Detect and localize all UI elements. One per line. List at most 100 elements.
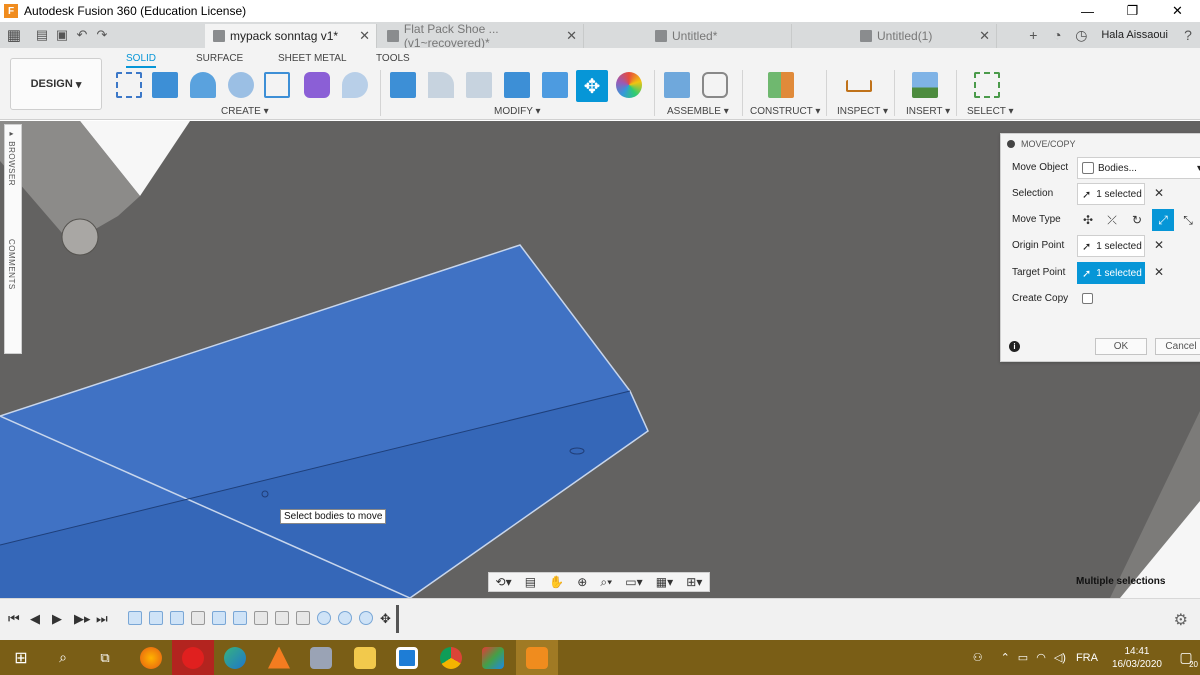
workspace-switcher[interactable]: DESIGN ▾ bbox=[10, 58, 102, 110]
appearance-icon[interactable] bbox=[616, 72, 642, 98]
zoom-icon[interactable]: ⊕ bbox=[577, 575, 587, 589]
pan-icon[interactable]: ✋ bbox=[549, 575, 564, 589]
extrude-icon[interactable] bbox=[152, 72, 178, 98]
move-object-dropdown[interactable]: Bodies... ▾ bbox=[1077, 157, 1200, 179]
task-view-button[interactable]: ⧉ bbox=[84, 640, 126, 675]
clear-origin-icon[interactable]: ✕ bbox=[1154, 238, 1164, 252]
pattern-icon[interactable] bbox=[264, 72, 290, 98]
clock[interactable]: 14:41 16/03/2020 bbox=[1112, 645, 1162, 671]
press-pull-icon[interactable] bbox=[390, 72, 416, 98]
orbit-icon[interactable]: ⟲▾ bbox=[496, 575, 512, 589]
free-move-icon[interactable]: ✣ bbox=[1077, 209, 1099, 231]
tab-surface[interactable]: SURFACE bbox=[196, 53, 243, 64]
taskbar-firefox[interactable] bbox=[130, 640, 172, 675]
rotate-icon[interactable]: ↻ bbox=[1126, 209, 1148, 231]
fillet-icon[interactable] bbox=[428, 72, 454, 98]
restore-button[interactable]: ❐ bbox=[1110, 0, 1155, 22]
timeline-sketch[interactable] bbox=[233, 611, 247, 625]
viewports-icon[interactable]: ⊞▾ bbox=[686, 575, 702, 589]
taskbar-tool[interactable] bbox=[300, 640, 342, 675]
clear-target-icon[interactable]: ✕ bbox=[1154, 265, 1164, 279]
tab-mypack-sonntag[interactable]: mypack sonntag v1* ✕ bbox=[205, 24, 377, 48]
go-to-start-icon[interactable]: ⏮ bbox=[8, 611, 20, 627]
step-back-icon[interactable]: ◀ bbox=[30, 611, 40, 627]
timeline-fillet[interactable] bbox=[359, 611, 373, 625]
file-menu-icon[interactable]: ▤ bbox=[32, 22, 52, 48]
comments-label[interactable]: COMMENTS bbox=[7, 239, 16, 290]
gear-icon[interactable]: ⚙ bbox=[1174, 610, 1188, 630]
joint-icon[interactable] bbox=[702, 72, 728, 98]
revolve-icon[interactable] bbox=[190, 72, 216, 98]
wifi-icon[interactable]: ◠ bbox=[1036, 651, 1046, 664]
new-component-icon[interactable] bbox=[664, 72, 690, 98]
target-point-selector[interactable]: ➚ 1 selected bbox=[1077, 262, 1145, 284]
dialog-header[interactable]: MOVE/COPY bbox=[1001, 134, 1200, 154]
tab-close-icon[interactable]: ✕ bbox=[359, 28, 370, 44]
shell-icon[interactable] bbox=[504, 72, 530, 98]
create-sketch-icon[interactable] bbox=[116, 72, 142, 98]
go-to-end-icon[interactable]: ⏭ bbox=[96, 611, 108, 627]
timeline-sketch[interactable] bbox=[128, 611, 142, 625]
move-copy-icon[interactable]: ✥ bbox=[576, 70, 608, 102]
tab-close-icon[interactable]: ✕ bbox=[566, 28, 577, 44]
battery-icon[interactable]: ▭ bbox=[1018, 651, 1028, 664]
create-form-icon[interactable] bbox=[304, 72, 330, 98]
combine-icon[interactable] bbox=[542, 72, 568, 98]
tab-tools[interactable]: TOOLS bbox=[376, 53, 410, 64]
browser-label[interactable]: ▸ BROWSER bbox=[7, 129, 16, 186]
undo-icon[interactable]: ↶ bbox=[72, 22, 92, 48]
fit-icon[interactable]: ⌕▾ bbox=[600, 575, 612, 590]
timeline-marker[interactable] bbox=[396, 605, 399, 633]
select-menu[interactable]: SELECT ▾ bbox=[967, 106, 1014, 117]
taskbar-fusion360[interactable] bbox=[516, 640, 558, 675]
tab-solid[interactable]: SOLID bbox=[126, 53, 157, 68]
timeline-joint[interactable] bbox=[275, 611, 289, 625]
hole-icon[interactable] bbox=[228, 72, 254, 98]
timeline-move-icon[interactable]: ✥ bbox=[380, 611, 391, 627]
minimize-button[interactable]: — bbox=[1065, 0, 1110, 22]
timeline-body[interactable] bbox=[191, 611, 205, 625]
display-settings-icon[interactable]: ▭▾ bbox=[625, 575, 642, 589]
timeline-fillet[interactable] bbox=[338, 611, 352, 625]
tab-untitled[interactable]: Untitled* bbox=[647, 24, 792, 48]
tab-close-icon[interactable]: ✕ bbox=[979, 28, 990, 44]
new-tab-icon[interactable]: + bbox=[1021, 22, 1045, 48]
construct-menu[interactable]: CONSTRUCT ▾ bbox=[750, 106, 820, 117]
search-button[interactable]: ⌕ bbox=[42, 640, 84, 675]
assemble-menu[interactable]: ASSEMBLE ▾ bbox=[667, 106, 729, 117]
cancel-button[interactable]: Cancel bbox=[1155, 338, 1200, 355]
timeline-sketch[interactable] bbox=[170, 611, 184, 625]
volume-icon[interactable]: ◁) bbox=[1054, 651, 1066, 664]
ok-button[interactable]: OK bbox=[1095, 338, 1147, 355]
job-status-icon[interactable]: ◔ bbox=[1045, 22, 1069, 48]
chevron-up-icon[interactable]: ⌃ bbox=[1001, 651, 1010, 664]
timeline-fillet[interactable] bbox=[317, 611, 331, 625]
taskbar-store[interactable] bbox=[386, 640, 428, 675]
selection-selector[interactable]: ➚ 1 selected bbox=[1077, 183, 1145, 205]
origin-point-selector[interactable]: ➚ 1 selected bbox=[1077, 235, 1145, 257]
taskbar-explorer[interactable] bbox=[344, 640, 386, 675]
user-name[interactable]: Hala Aissaoui bbox=[1101, 29, 1168, 41]
notifications-button[interactable]: ▢ 20 bbox=[1172, 640, 1200, 675]
create-menu[interactable]: CREATE ▾ bbox=[221, 106, 269, 117]
close-window-button[interactable]: ✕ bbox=[1155, 0, 1200, 22]
taskbar-vlc[interactable] bbox=[258, 640, 300, 675]
offset-plane-icon[interactable] bbox=[768, 72, 794, 98]
history-icon[interactable]: ◷ bbox=[1069, 22, 1093, 48]
create-copy-checkbox[interactable] bbox=[1082, 293, 1093, 304]
tab-sheet-metal[interactable]: SHEET METAL bbox=[278, 53, 347, 64]
start-button[interactable]: ⊞ bbox=[0, 640, 42, 675]
browser-panel-collapsed[interactable]: ▸ BROWSER COMMENTS bbox=[4, 124, 22, 354]
tab-flat-pack-shoe[interactable]: Flat Pack Shoe ...(v1~recovered)* ✕ bbox=[379, 22, 584, 50]
point-to-point-icon[interactable]: ⤢ bbox=[1152, 209, 1174, 231]
info-icon[interactable]: i bbox=[1009, 341, 1020, 352]
tab-untitled-1[interactable]: Untitled(1) ✕ bbox=[852, 24, 997, 48]
timeline-extrude[interactable] bbox=[149, 611, 163, 625]
help-icon[interactable]: ? bbox=[1176, 22, 1200, 48]
play-icon[interactable]: ▶ bbox=[52, 611, 62, 627]
timeline-joint[interactable] bbox=[254, 611, 268, 625]
timeline-extrude[interactable] bbox=[212, 611, 226, 625]
insert-menu[interactable]: INSERT ▾ bbox=[906, 106, 950, 117]
mirror-icon[interactable] bbox=[342, 72, 368, 98]
modify-menu[interactable]: MODIFY ▾ bbox=[494, 106, 541, 117]
